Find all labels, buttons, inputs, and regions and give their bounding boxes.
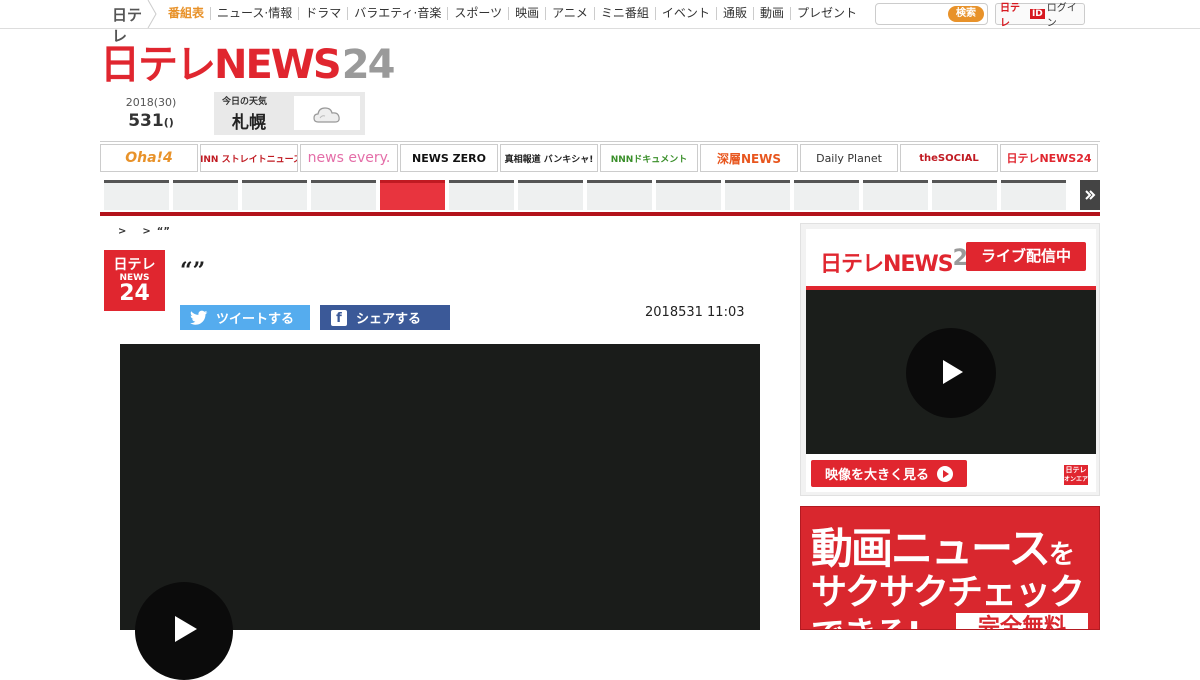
date-year: 2018(30) (125, 96, 177, 109)
category-tab[interactable] (104, 180, 169, 210)
program-logo-the-social[interactable]: theSOCIAL (900, 144, 998, 172)
program-logo-nnn-document[interactable]: NNNドキュメント (600, 144, 698, 172)
nav-item-mini[interactable]: ミニ番組 (595, 7, 656, 20)
date-day: 531() (120, 111, 182, 131)
live-badge: ライブ配信中 (966, 242, 1086, 271)
nav-item-events[interactable]: イベント (656, 7, 717, 20)
nav-item-drama[interactable]: ドラマ (299, 7, 349, 20)
mini-logo-top: 日テレ (1065, 466, 1087, 474)
date-weekday: () (163, 116, 174, 129)
category-tab[interactable] (518, 180, 583, 210)
category-tab[interactable] (794, 180, 859, 210)
login-ntv-logo: 日テレ (1000, 3, 1020, 29)
category-tab[interactable] (449, 180, 514, 210)
chevron-right-icon (147, 0, 157, 28)
category-tab[interactable] (656, 180, 721, 210)
breadcrumb-item[interactable]: > (142, 226, 150, 237)
search-button[interactable]: 検索 (948, 6, 984, 22)
nav-item-shopping[interactable]: 通販 (717, 7, 754, 20)
program-logo-every[interactable]: news every. (300, 144, 398, 172)
nav-item-tv-schedule[interactable]: 番組表 (162, 7, 212, 20)
category-tab[interactable] (1001, 180, 1066, 210)
mini-logo-bottom: オンエア (1064, 476, 1089, 483)
article-datetime: 2018531 11:03 (645, 305, 745, 320)
watch-large-button[interactable]: 映像を大きく見る (811, 460, 967, 487)
arrow-right-icon (937, 465, 954, 482)
global-nav-list: 番組表 ニュース·情報 ドラマ バラエティ·音楽 スポーツ 映画 アニメ ミニ番… (162, 0, 863, 28)
tweet-button[interactable]: ツイートする (180, 305, 310, 330)
article-title: “” (180, 258, 206, 284)
program-logo-oha4[interactable]: Oha!4 (100, 144, 198, 172)
program-logo-daily-planet[interactable]: Daily Planet (800, 144, 898, 172)
login-button[interactable]: 日テレ ID ログイン (995, 3, 1085, 29)
watch-large-label: 映像を大きく見る (825, 468, 930, 483)
article-logo-top: 日テレ (113, 256, 156, 273)
category-underline (100, 212, 1100, 216)
weather-label: 今日の天気 (222, 97, 268, 107)
category-tab[interactable] (311, 180, 376, 210)
nav-item-movies[interactable]: 映画 (509, 7, 547, 20)
weather-icon-box (294, 96, 360, 130)
promo-free-badge: 完全無料 (956, 613, 1088, 629)
live-brand-logo: 日テレNEWS 24 (820, 246, 982, 278)
weather-widget[interactable]: 今日の天気 札幌 (214, 92, 365, 135)
article-video-player[interactable] (120, 344, 760, 680)
live-stream-widget: 日テレNEWS 24 ライブ配信中 映像を大きく見る 日テレ オンエア (800, 223, 1100, 496)
date-day-num: 531 (128, 111, 164, 131)
category-tab[interactable] (725, 180, 790, 210)
article-logo-num: 24 (119, 280, 150, 306)
program-logo-straight-news[interactable]: NNN ストレイトニュース (200, 144, 298, 172)
play-icon[interactable] (906, 328, 996, 418)
nav-item-sports[interactable]: スポーツ (448, 7, 510, 20)
live-brand-main: 日テレNEWS (820, 252, 954, 277)
nav-item-anime[interactable]: アニメ (546, 7, 595, 20)
search-input[interactable] (880, 6, 950, 25)
ntv-onair-logo: 日テレ オンエア (1064, 465, 1088, 485)
double-chevron-right-icon (1085, 190, 1096, 200)
article-source-logo: 日テレ NEWS 24 (104, 250, 165, 311)
program-logo-row: Oha!4 NNN ストレイトニュース news every. NEWS ZER… (100, 141, 1100, 174)
breadcrumb-item[interactable]: > (118, 226, 126, 237)
category-tab-active[interactable] (380, 180, 445, 210)
site-logo-main: 日テレNEWS (100, 42, 342, 88)
login-label: ログイン (1046, 3, 1077, 29)
video-news-promo-banner[interactable]: 動画ニュースを サクサクチェック できる! 完全無料 (800, 506, 1100, 630)
share-label: シェアする (356, 312, 422, 327)
facebook-icon: f (330, 309, 348, 327)
more-tabs-button[interactable] (1080, 180, 1100, 210)
date-display: 2018(30) 531() (120, 96, 182, 131)
nav-item-present[interactable]: プレゼント (791, 7, 863, 20)
category-tab[interactable] (863, 180, 928, 210)
nav-item-variety[interactable]: バラエティ·音楽 (348, 7, 449, 20)
category-tab[interactable] (242, 180, 307, 210)
program-logo-news24[interactable]: 日テレNEWS24 (1000, 144, 1098, 172)
program-logo-bankisha[interactable]: 真相報道 バンキシャ! (500, 144, 598, 172)
breadcrumb-current: “” (156, 226, 170, 237)
search-box: 検索 (875, 3, 988, 25)
facebook-share-button[interactable]: f シェアする (320, 305, 450, 330)
category-tabs (100, 178, 1100, 216)
weather-city: 札幌 (232, 113, 266, 133)
global-nav: 日テレ 番組表 ニュース·情報 ドラマ バラエティ·音楽 スポーツ 映画 アニメ… (0, 0, 1200, 45)
login-id-badge: ID (1029, 9, 1045, 19)
category-tab[interactable] (587, 180, 652, 210)
play-icon[interactable] (135, 582, 233, 680)
program-logo-zero[interactable]: NEWS ZERO (400, 144, 498, 172)
twitter-icon (190, 309, 208, 327)
category-tab[interactable] (173, 180, 238, 210)
category-tab[interactable] (932, 180, 997, 210)
program-logo-shinso-news[interactable]: 深層NEWS (700, 144, 798, 172)
tweet-label: ツイートする (216, 312, 295, 327)
site-logo[interactable]: 日テレNEWS 24 (100, 41, 396, 88)
nav-item-news[interactable]: ニュース·情報 (211, 7, 300, 20)
cloud-icon (313, 107, 340, 123)
site-logo-num: 24 (341, 42, 396, 88)
breadcrumb: > > “” (118, 226, 170, 237)
live-video-player[interactable] (806, 290, 1096, 454)
nav-item-video[interactable]: 動画 (754, 7, 791, 20)
live-stream-inner: 日テレNEWS 24 ライブ配信中 映像を大きく見る 日テレ オンエア (806, 229, 1096, 492)
promo-line-3: できる! (811, 607, 922, 629)
